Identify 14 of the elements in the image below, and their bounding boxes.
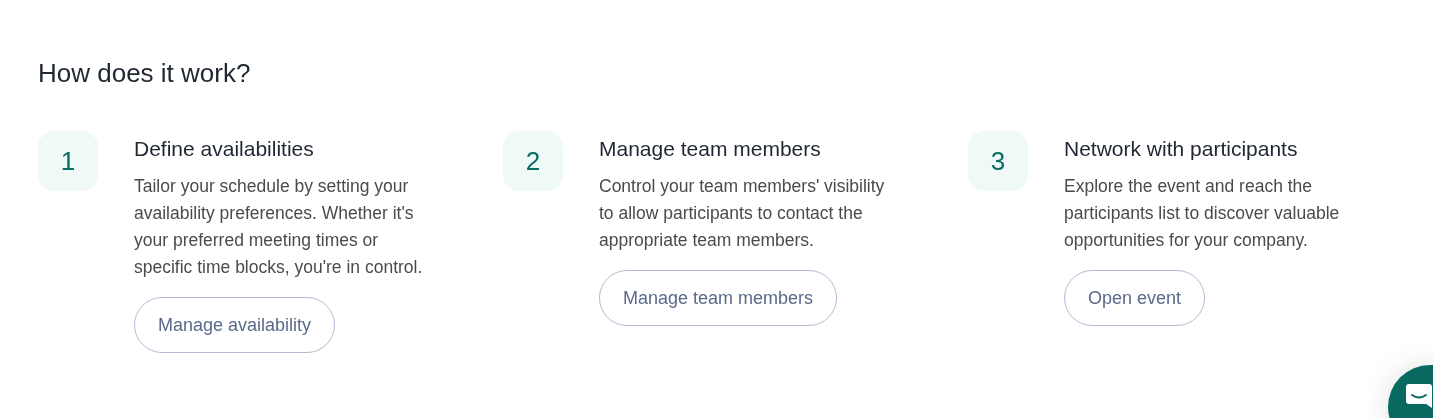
step-button[interactable]: Manage team members	[599, 270, 838, 326]
step-title: Network with participants	[1064, 136, 1298, 162]
step-button[interactable]: Manage availability	[134, 297, 336, 353]
step-description: Control your team members' visibility to allow participants to contact the appropriate team members.	[599, 175, 886, 252]
step-number: 1	[38, 131, 98, 191]
step-description: Tailor your schedule by setting your availability preferences. Whether it's your preferred meeting times or specific time blocks, you're in control.	[134, 175, 424, 279]
step-title: Manage team members	[599, 136, 821, 162]
step-number: 2	[503, 131, 563, 191]
step-title: Define availabilities	[134, 136, 314, 162]
step-description: Explore the event and reach the participants list to discover valuable opportunities for your company.	[1064, 175, 1341, 252]
step-button[interactable]: Open event	[1064, 270, 1206, 326]
section-heading: How does it work?	[38, 57, 252, 90]
chat-icon	[1404, 381, 1433, 411]
step-number: 3	[968, 131, 1028, 191]
